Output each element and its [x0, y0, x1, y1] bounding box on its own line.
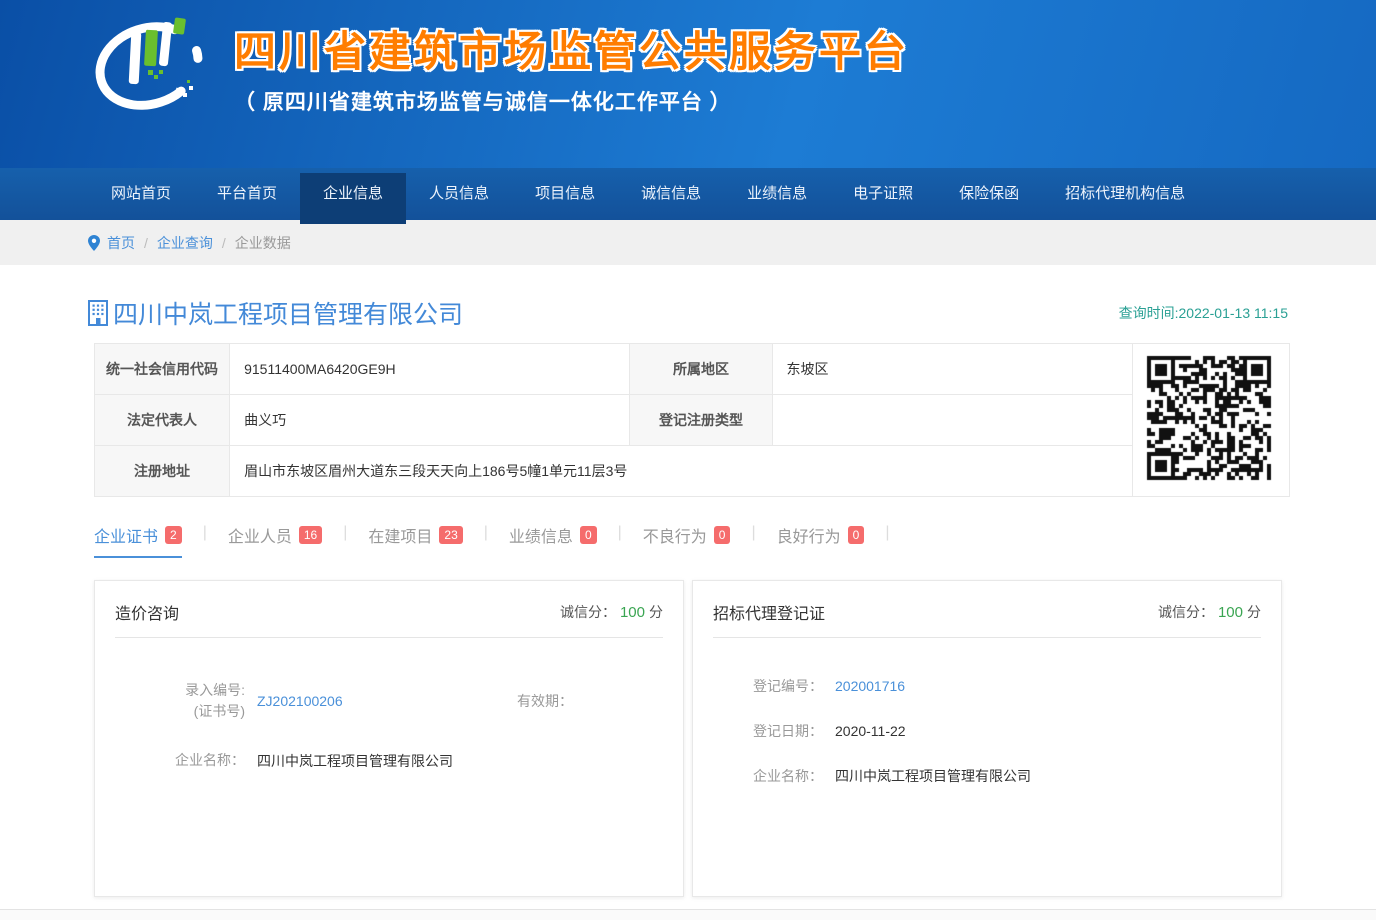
nav-item-e-license[interactable]: 电子证照	[830, 168, 936, 220]
nav-item-performance-info[interactable]: 业绩信息	[724, 168, 830, 220]
credit-score-value: 100	[1218, 604, 1243, 621]
main-nav: 网站首页 平台首页 企业信息 人员信息 项目信息 诚信信息 业绩信息 电子证照 …	[0, 168, 1376, 220]
field-label: 登记编号：	[713, 676, 823, 696]
field-value-reg-type	[772, 395, 1132, 446]
certificate-card-bidding-agency: 招标代理登记证 诚信分：100分 登记编号： 202001716 登记日期： 2…	[692, 580, 1282, 897]
field-label: 有效期：	[517, 691, 573, 711]
breadcrumb-current: 企业数据	[235, 233, 291, 253]
page-title: 四川中岚工程项目管理有限公司	[113, 295, 463, 331]
nav-item-bidding-agency-info[interactable]: 招标代理机构信息	[1042, 168, 1208, 220]
breadcrumb-separator: /	[222, 235, 226, 251]
field-value-region: 东坡区	[772, 344, 1132, 395]
nav-item-project-info[interactable]: 项目信息	[512, 168, 618, 220]
credit-score-value: 100	[620, 604, 645, 621]
field-label: 录入编号:(证书号)	[115, 680, 245, 722]
breadcrumb-separator: /	[144, 235, 148, 251]
site-subtitle: （ 原四川省建筑市场监管与诚信一体化工作平台 ）	[234, 86, 909, 116]
registration-date-value: 2020-11-22	[835, 723, 906, 739]
site-header: 四川省建筑市场监管公共服务平台 （ 原四川省建筑市场监管与诚信一体化工作平台 ）	[0, 0, 1376, 168]
count-badge: 2	[165, 526, 182, 544]
field-value-credit-code: 91511400MA6420GE9H	[230, 344, 630, 395]
count-badge: 0	[580, 526, 597, 544]
company-info-table: 统一社会信用代码 91511400MA6420GE9H 所属地区 东坡区 法定代…	[94, 343, 1290, 497]
tab-good-behavior[interactable]: 良好行为 0	[777, 523, 865, 558]
building-icon	[88, 300, 108, 326]
breadcrumb-enterprise-search[interactable]: 企业查询	[157, 233, 213, 253]
field-label: 登记注册类型	[630, 395, 772, 446]
card-title: 招标代理登记证	[713, 600, 825, 624]
tab-divider: |	[343, 523, 347, 542]
registration-number-link[interactable]: 202001716	[835, 678, 905, 694]
tab-divider: |	[618, 523, 622, 542]
count-badge: 0	[848, 526, 865, 544]
field-label: 法定代表人	[95, 395, 230, 446]
query-time: 查询时间:2022-01-13 11:15	[1119, 303, 1288, 323]
detail-tabs: 企业证书 2 | 企业人员 16 | 在建项目 23 | 业绩信息 0 | 不良…	[94, 523, 1288, 558]
footer-divider	[0, 909, 1376, 920]
tab-enterprise-certificates[interactable]: 企业证书 2	[94, 523, 182, 558]
field-value-legal-rep: 曲义巧	[230, 395, 630, 446]
count-badge: 16	[299, 526, 322, 544]
breadcrumb-home[interactable]: 首页	[107, 233, 135, 253]
field-label: 企业名称：	[115, 750, 245, 771]
company-name-value: 四川中岚工程项目管理有限公司	[835, 766, 1031, 786]
nav-item-home[interactable]: 网站首页	[88, 168, 194, 220]
certificate-card-cost-consulting: 造价咨询 诚信分：100分 录入编号:(证书号) ZJ202100206 有效期…	[94, 580, 684, 897]
tab-bad-behavior[interactable]: 不良行为 0	[643, 523, 731, 558]
field-label: 企业名称：	[713, 766, 823, 786]
field-label: 注册地址	[95, 446, 230, 497]
field-label: 统一社会信用代码	[95, 344, 230, 395]
tab-projects-in-progress[interactable]: 在建项目 23	[368, 523, 462, 558]
site-title: 四川省建筑市场监管公共服务平台	[234, 18, 909, 79]
tab-divider: |	[751, 523, 755, 542]
tab-divider: |	[885, 523, 889, 542]
nav-item-insurance-guarantee[interactable]: 保险保函	[936, 168, 1042, 220]
nav-item-credit-info[interactable]: 诚信信息	[618, 168, 724, 220]
company-name-value: 四川中岚工程项目管理有限公司	[257, 751, 453, 771]
card-title: 造价咨询	[115, 600, 179, 624]
credit-score: 诚信分：100分	[560, 602, 663, 622]
table-row: 统一社会信用代码 91511400MA6420GE9H 所属地区 东坡区	[95, 344, 1290, 395]
field-value-address: 眉山市东坡区眉州大道东三段天天向上186号5幢1单元11层3号	[230, 446, 1133, 497]
table-row: 法定代表人 曲义巧 登记注册类型	[95, 395, 1290, 446]
count-badge: 0	[714, 526, 731, 544]
platform-logo-icon	[88, 10, 210, 118]
count-badge: 23	[439, 526, 462, 544]
breadcrumb: 首页 / 企业查询 / 企业数据	[0, 220, 1376, 265]
tab-divider: |	[203, 523, 207, 542]
field-label: 登记日期：	[713, 721, 823, 741]
tab-performance-info[interactable]: 业绩信息 0	[509, 523, 597, 558]
table-row: 注册地址 眉山市东坡区眉州大道东三段天天向上186号5幢1单元11层3号	[95, 446, 1290, 497]
nav-item-personnel-info[interactable]: 人员信息	[406, 168, 512, 220]
field-label: 所属地区	[630, 344, 772, 395]
tab-divider: |	[484, 523, 488, 542]
tab-enterprise-personnel[interactable]: 企业人员 16	[228, 523, 322, 558]
credit-score: 诚信分：100分	[1158, 602, 1261, 622]
location-pin-icon	[88, 235, 100, 251]
nav-item-enterprise-info[interactable]: 企业信息	[300, 168, 406, 220]
nav-item-platform-home[interactable]: 平台首页	[194, 168, 300, 220]
certificate-number-link[interactable]: ZJ202100206	[257, 693, 417, 709]
qr-code	[1132, 344, 1289, 497]
